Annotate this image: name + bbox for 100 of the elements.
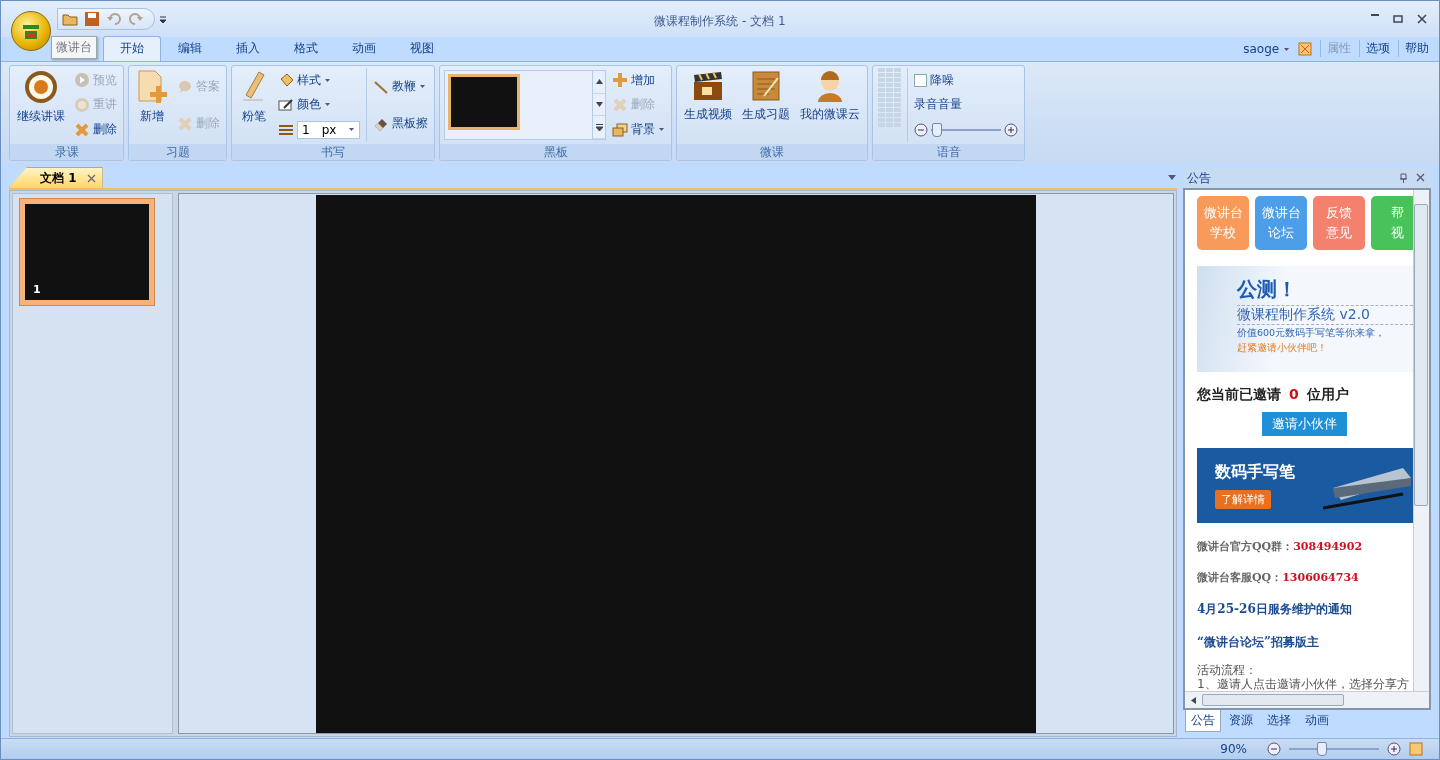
activity-text: 1、邀请人点击邀请小伙伴，选择分享方 bbox=[1197, 677, 1410, 691]
checkbox-label: 降噪 bbox=[930, 71, 955, 89]
activity-text: 活动流程： bbox=[1197, 663, 1258, 677]
ribbon-button[interactable]: 粉笔 bbox=[236, 68, 272, 142]
banner-headline: 公测！ bbox=[1237, 276, 1298, 303]
panel-tab[interactable]: 公告 bbox=[1185, 710, 1221, 732]
checkbox[interactable] bbox=[914, 73, 928, 87]
ribbon-button[interactable]: 新增 bbox=[133, 68, 171, 142]
pen-banner[interactable]: 数码手写笔 了解详情 bbox=[1197, 448, 1413, 523]
vertical-scrollbar[interactable] bbox=[1412, 190, 1429, 691]
horizontal-scrollbar[interactable] bbox=[1185, 691, 1429, 708]
layers-icon bbox=[612, 121, 629, 138]
panel-tab[interactable]: 选择 bbox=[1261, 710, 1297, 732]
cross-icon bbox=[612, 97, 629, 113]
contact-text: 微讲台客服QQ：1306064734 bbox=[1197, 570, 1360, 585]
ribbon-tab[interactable]: 编辑 bbox=[161, 36, 219, 61]
menu-link[interactable]: 选项 bbox=[1359, 40, 1390, 57]
document-plus-icon bbox=[136, 70, 168, 104]
document-tab[interactable]: 文档 1 bbox=[9, 167, 103, 188]
folder-icon bbox=[62, 11, 78, 27]
caret-icon bbox=[324, 76, 331, 84]
record-icon bbox=[24, 70, 58, 104]
zoom-in-icon bbox=[1387, 742, 1401, 756]
window-title: 微课程制作系统 - 文档 1 bbox=[654, 14, 786, 28]
ribbon-button[interactable]: 背景 bbox=[612, 118, 666, 141]
banner-title: 数码手写笔 bbox=[1215, 462, 1295, 484]
tooltip: 微讲台 bbox=[51, 36, 97, 59]
down-arrow-icon bbox=[595, 102, 603, 107]
notepad-icon bbox=[750, 70, 783, 102]
line-width-select[interactable]: 1 px bbox=[297, 120, 361, 139]
promo-banner[interactable]: 公测！ 微课程制作系统 v2.0 价值600元数码手写笔等你来拿， 赶紧邀请小伙伴吧！ bbox=[1197, 266, 1413, 373]
slide-thumbnail[interactable]: 1 bbox=[19, 198, 155, 306]
ribbon-button[interactable]: 生成视频 bbox=[681, 68, 736, 142]
caret-icon bbox=[348, 126, 356, 134]
contact-text: 微讲台官方QQ群：308494902 bbox=[1197, 539, 1364, 554]
notice-link[interactable]: “微讲台论坛”招募版主 bbox=[1197, 634, 1413, 651]
ribbon-button[interactable]: 教鞭 bbox=[373, 75, 429, 98]
volume-label: 录音音量 bbox=[914, 96, 964, 114]
expand-icon bbox=[595, 123, 603, 131]
ribbon-button[interactable]: 增加 bbox=[612, 69, 666, 92]
close-icon bbox=[1417, 14, 1427, 24]
caret-icon bbox=[1283, 45, 1290, 53]
slider-thumb[interactable] bbox=[1316, 742, 1327, 756]
caret-icon bbox=[1167, 174, 1177, 181]
group-caption: 书写 bbox=[232, 144, 435, 160]
group-caption: 黑板 bbox=[440, 144, 672, 160]
panel-tab[interactable]: 资源 bbox=[1223, 710, 1259, 732]
close-icon bbox=[86, 174, 96, 183]
ribbon-button[interactable]: 样式 bbox=[278, 69, 361, 92]
ribbon-tab[interactable]: 开始 bbox=[103, 36, 161, 61]
invite-button[interactable]: 邀请小伙伴 bbox=[1262, 412, 1348, 437]
ribbon-button[interactable]: 继续讲课 bbox=[14, 68, 68, 142]
undo-icon bbox=[106, 11, 122, 27]
notice-link[interactable]: 4月25-26日服务维护的通知 bbox=[1197, 601, 1413, 618]
caret-icon bbox=[658, 126, 666, 134]
ribbon-button[interactable]: 生成习题 bbox=[739, 68, 794, 142]
play-icon bbox=[74, 72, 90, 89]
zoom-out-icon bbox=[914, 122, 929, 137]
group-caption: 录课 bbox=[10, 144, 123, 160]
ribbon-tab[interactable]: 动画 bbox=[335, 36, 393, 61]
pin-icon bbox=[1399, 173, 1408, 183]
left-arrow-icon bbox=[1191, 696, 1196, 704]
up-arrow-icon bbox=[595, 79, 603, 85]
stick-icon bbox=[373, 78, 390, 95]
ribbon-tab[interactable]: 格式 bbox=[277, 36, 335, 61]
invite-count-text: 您当前已邀请 0 位用户 bbox=[1197, 386, 1350, 405]
speech-bubble-icon bbox=[177, 78, 193, 95]
panel-tab[interactable]: 动画 bbox=[1299, 710, 1335, 732]
blackboard-thumbnail[interactable] bbox=[448, 74, 521, 130]
group-caption: 语音 bbox=[873, 144, 1025, 160]
cross-icon bbox=[177, 115, 193, 132]
zoom-in-icon bbox=[1004, 122, 1019, 137]
cross-icon bbox=[74, 121, 90, 138]
minimize-icon bbox=[1371, 14, 1379, 16]
zoom-out-icon bbox=[1267, 742, 1281, 756]
ribbon-button[interactable]: 颜色 bbox=[278, 94, 361, 116]
close-icon bbox=[1416, 173, 1425, 182]
pencil-icon bbox=[278, 97, 294, 113]
ribbon-button[interactable]: 我的微课云 bbox=[797, 68, 864, 142]
ribbon-tab[interactable]: 插入 bbox=[219, 36, 277, 61]
caret-icon bbox=[419, 83, 427, 90]
ribbon-button[interactable]: 黑板擦 bbox=[373, 112, 429, 135]
group-caption: 微课 bbox=[677, 144, 868, 160]
menu-link[interactable]: 帮助 bbox=[1398, 40, 1429, 57]
group-caption: 习题 bbox=[129, 144, 226, 160]
blackboard-gallery[interactable] bbox=[444, 70, 607, 140]
circle-icon bbox=[74, 97, 90, 113]
slide-number: 1 bbox=[33, 283, 41, 296]
banner-product: 微课程制作系统 v2.0 bbox=[1237, 305, 1413, 325]
ribbon-button[interactable]: 删除 bbox=[74, 118, 117, 141]
slider-thumb[interactable] bbox=[931, 122, 942, 137]
banner-offer: 价值600元数码手写笔等你来拿， bbox=[1237, 327, 1387, 340]
customize-icon bbox=[159, 14, 167, 24]
caret-icon bbox=[324, 101, 331, 109]
fit-icon bbox=[1409, 742, 1423, 756]
ribbon-tab[interactable]: 视图 bbox=[393, 36, 451, 61]
maximize-icon bbox=[1393, 14, 1403, 24]
app-logo-button[interactable] bbox=[11, 11, 51, 51]
zoom-level: 90% bbox=[1220, 742, 1247, 756]
user-menu[interactable]: saoge bbox=[1243, 41, 1290, 56]
